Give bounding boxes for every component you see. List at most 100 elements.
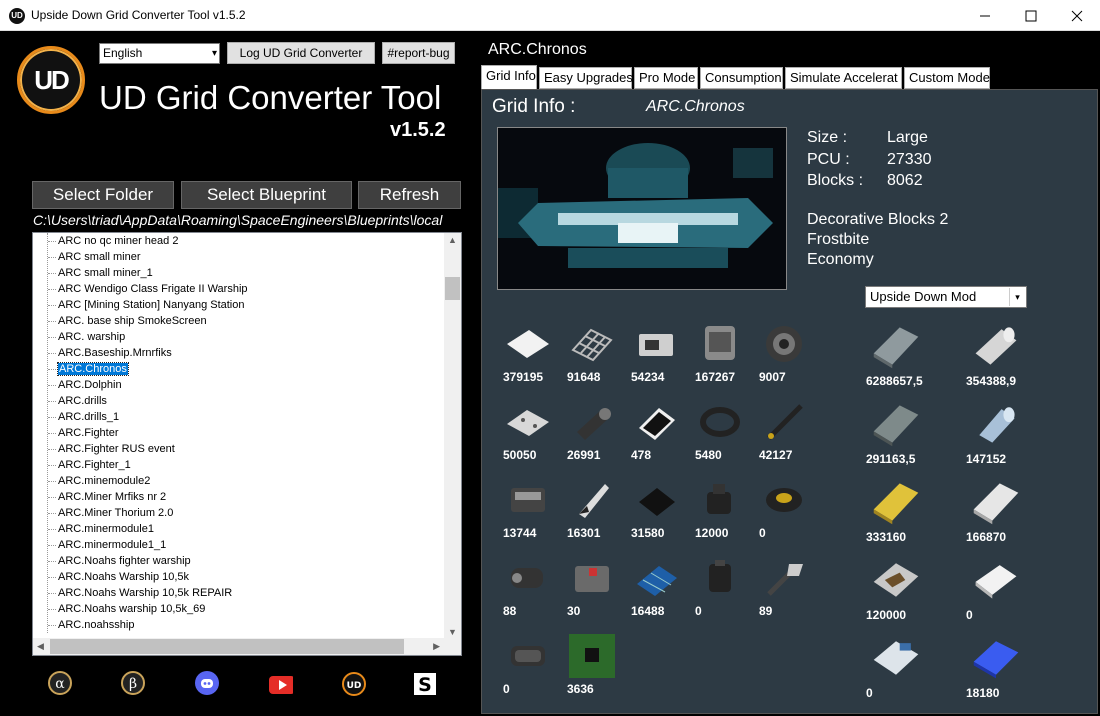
maximize-button[interactable] <box>1008 0 1054 31</box>
beta-icon[interactable]: β <box>121 671 145 695</box>
scroll-up-icon[interactable]: ▲ <box>448 235 457 245</box>
bulletproof-glass-icon <box>567 476 617 522</box>
svg-text:β: β <box>129 676 137 692</box>
component-item: 478 <box>631 398 691 462</box>
ingot-count: 166870 <box>966 530 1007 544</box>
tree-item[interactable]: ARC.drills_1 <box>33 409 443 425</box>
tree-item-label: ARC.minemodule2 <box>58 475 151 487</box>
ingot-count: 0 <box>966 608 973 622</box>
tree-item[interactable]: ARC.Noahs warship 10,5k_69 <box>33 601 443 617</box>
tree-item[interactable]: ARC.Miner Mrfiks nr 2 <box>33 489 443 505</box>
component-item: 54234 <box>631 320 691 384</box>
app-icon: UD <box>9 8 25 24</box>
large-tube-icon <box>567 398 617 444</box>
refresh-button[interactable]: Refresh <box>358 181 461 209</box>
tree-item[interactable]: ARC small miner <box>33 249 443 265</box>
youtube-icon[interactable] <box>269 673 293 697</box>
scroll-thumb[interactable] <box>445 277 460 300</box>
tab-custom-mode[interactable]: Custom Mode <box>904 67 990 89</box>
tree-item[interactable]: ARC.Noahs Warship 10,5k REPAIR <box>33 585 443 601</box>
ingot-count: 120000 <box>866 608 907 622</box>
svg-text:S: S <box>418 674 432 696</box>
hscroll-thumb[interactable] <box>50 639 404 654</box>
tree-item[interactable]: ARC Wendigo Class Frigate II Warship <box>33 281 443 297</box>
close-button[interactable] <box>1054 0 1100 31</box>
tab-grid-info[interactable]: Grid Info <box>481 65 537 89</box>
tree-item-label: ARC.drills <box>58 395 107 407</box>
tree-item[interactable]: ARC.drills <box>33 393 443 409</box>
tree-item[interactable]: ARC.Noahs Warship 10,5k <box>33 569 443 585</box>
steam-s-icon[interactable]: S <box>413 672 437 696</box>
power-cell-icon <box>503 476 553 522</box>
scroll-left-icon[interactable]: ◀ <box>37 641 44 652</box>
iron-ingot-icon <box>866 320 926 372</box>
platinum-ingot-icon <box>966 554 1026 606</box>
minimize-button[interactable] <box>962 0 1008 31</box>
tree-item[interactable]: ARC. warship <box>33 329 443 345</box>
log-button[interactable]: Log UD Grid Converter <box>227 42 375 64</box>
tree-item[interactable]: ARC.Fighter <box>33 425 443 441</box>
scroll-right-icon[interactable]: ▶ <box>433 641 440 652</box>
tree-item[interactable]: ARC.Dolphin <box>33 377 443 393</box>
alpha-icon[interactable]: α <box>48 671 72 695</box>
report-bug-button[interactable]: #report-bug <box>382 42 455 64</box>
interior-plate-icon <box>503 398 553 444</box>
horizontal-scrollbar[interactable]: ◀ ▶ <box>33 638 444 655</box>
tree-item[interactable]: ARC.Fighter RUS event <box>33 441 443 457</box>
tree-item[interactable]: ARC no qc miner head 2 <box>33 233 443 249</box>
tree-item[interactable]: ARC.noahsship <box>33 617 443 633</box>
reactor-comp-icon <box>503 554 553 600</box>
component-count: 16488 <box>631 604 665 618</box>
select-blueprint-button[interactable]: Select Blueprint <box>181 181 352 209</box>
tree-item[interactable]: ARC.Chronos <box>33 361 443 377</box>
language-select[interactable]: English ▾ <box>99 43 220 64</box>
discord-icon[interactable] <box>195 671 219 695</box>
ingot-item: 147152 <box>966 398 1066 466</box>
vertical-scrollbar[interactable]: ▲ ▼ <box>444 233 461 639</box>
ingot-item: 120000 <box>866 554 966 622</box>
tree-item[interactable]: ARC.minermodule1 <box>33 521 443 537</box>
thruster-comp-icon <box>695 476 745 522</box>
component-count: 88 <box>503 604 517 618</box>
component-item: 16301 <box>567 476 627 540</box>
tree-item[interactable]: ARC.minermodule1_1 <box>33 537 443 553</box>
component-item: 12000 <box>695 476 755 540</box>
chevron-down-icon: ▾ <box>1009 288 1025 306</box>
tab-consumption[interactable]: Consumption <box>700 67 783 89</box>
tree-item[interactable]: ARC.Miner Thorium 2.0 <box>33 505 443 521</box>
scroll-down-icon[interactable]: ▼ <box>448 627 457 637</box>
size-value: Large <box>887 129 928 146</box>
language-value: English <box>103 46 143 60</box>
component-count: 26991 <box>567 448 601 462</box>
tree-item[interactable]: ARC. base ship SmokeScreen <box>33 313 443 329</box>
tree-item[interactable]: ARC.Fighter_1 <box>33 457 443 473</box>
ingot-item: 6288657,5 <box>866 320 966 388</box>
tree-item[interactable]: ARC.Baseship.Mrnrfiks <box>33 345 443 361</box>
ud-logo-icon[interactable]: UD <box>342 672 366 696</box>
component-count: 89 <box>759 604 773 618</box>
component-item: 42127 <box>759 398 819 462</box>
component-count: 167267 <box>695 370 736 384</box>
construction-comp-icon <box>695 320 745 366</box>
svg-text:UD: UD <box>347 681 362 691</box>
blueprint-tree[interactable]: ARC no qc miner head 2 ARC small miner ARC… <box>32 232 462 656</box>
steel-plate-icon <box>503 320 553 366</box>
tree-item[interactable]: ARC small miner_1 <box>33 265 443 281</box>
svg-text:α: α <box>55 676 65 692</box>
tree-item-label: ARC. base ship SmokeScreen <box>58 315 207 327</box>
tab-easy-upgrades[interactable]: Easy Upgrades <box>539 67 633 89</box>
tree-item[interactable]: ARC.Noahs fighter warship <box>33 553 443 569</box>
tree-item-label: ARC. warship <box>58 331 126 343</box>
component-count: 91648 <box>567 370 601 384</box>
tree-item-label: ARC.Chronos <box>57 362 129 376</box>
mod-select[interactable]: Upside Down Mod ▾ <box>865 286 1027 308</box>
component-item: 167267 <box>695 320 755 384</box>
tree-item[interactable]: ARC.minemodule2 <box>33 473 443 489</box>
tree-item-label: ARC.Miner Thorium 2.0 <box>58 507 174 519</box>
select-folder-button[interactable]: Select Folder <box>32 181 174 209</box>
explosives-icon <box>503 632 553 678</box>
app-version: v1.5.2 <box>390 119 446 141</box>
tree-item[interactable]: ARC [Mining Station] Nanyang Station <box>33 297 443 313</box>
tab-simulate-acceleration[interactable]: Simulate Accelerat <box>785 67 902 89</box>
tab-pro-mode[interactable]: Pro Mode <box>634 67 698 89</box>
